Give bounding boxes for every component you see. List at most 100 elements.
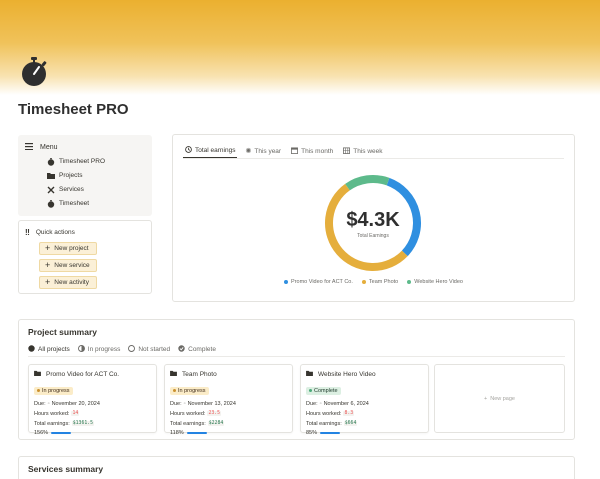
- plus-icon: +: [45, 277, 51, 287]
- check-circle-icon: [178, 344, 185, 354]
- tab-label: This week: [353, 147, 383, 155]
- page-title: Timesheet PRO: [18, 101, 129, 118]
- tab-label: In progress: [87, 345, 121, 353]
- new-activity-button[interactable]: + New activity: [39, 276, 97, 289]
- progress-line: 85%: [306, 430, 423, 436]
- new-project-button[interactable]: + New project: [39, 242, 97, 255]
- tools-icon: [46, 185, 55, 194]
- donut-slice[interactable]: [345, 175, 390, 191]
- status-badge: In progress: [34, 386, 73, 395]
- progress-bar: [186, 432, 207, 434]
- hours-value: 23.5: [207, 411, 222, 416]
- new-service-button[interactable]: + New service: [39, 259, 97, 272]
- services-summary-panel: Services summary: [18, 456, 575, 479]
- filled-circle-icon: [28, 344, 35, 354]
- project-card[interactable]: Team Photo In progress Due: ▫ November 13,…: [164, 364, 293, 436]
- quick-actions-header: ‼ Quick actions: [25, 227, 145, 238]
- menu-item-label: Projects: [59, 172, 83, 179]
- tab-label: Complete: [188, 345, 216, 353]
- due-value: November 13, 2024: [187, 400, 236, 407]
- due-label: Due:: [34, 400, 46, 407]
- tab-in-progress[interactable]: In progress: [77, 343, 121, 355]
- hours-value: 8.3: [343, 411, 355, 416]
- folder-icon: [170, 370, 177, 378]
- hours-line: Hours worked: 23.5: [170, 410, 287, 417]
- legend-item[interactable]: Promo Video for ACT Co.: [284, 279, 353, 285]
- stopwatch-icon[interactable]: [18, 56, 50, 88]
- tab-divider: [28, 356, 565, 357]
- due-value: November 6, 2024: [323, 400, 369, 407]
- legend-label: Promo Video for ACT Co.: [291, 279, 353, 285]
- hours-line: Hours worked: 8.3: [306, 410, 423, 417]
- due-line: Due: ▫ November 13, 2024: [170, 400, 287, 407]
- stopwatch-icon: [46, 199, 55, 208]
- project-summary-panel: Project summary All projects In progress…: [18, 319, 575, 440]
- tab-this-week[interactable]: This week: [341, 144, 384, 158]
- legend-label: Team Photo: [368, 279, 399, 285]
- tab-this-month[interactable]: This month: [289, 144, 335, 158]
- progress-line: 156%: [34, 430, 151, 436]
- menu-item-services[interactable]: Services: [46, 184, 145, 195]
- earnings-donut-chart: $4.3K Total Earnings: [325, 175, 421, 271]
- calendar-icon: ▫: [319, 400, 322, 407]
- calendar-icon: [291, 146, 299, 156]
- status-text: In progress: [42, 387, 70, 394]
- tab-this-year[interactable]: ✺ This year: [243, 144, 283, 158]
- calendar-icon: ▫: [183, 400, 186, 407]
- progress-line: 118%: [170, 430, 287, 436]
- progress-value: 156%: [34, 430, 49, 436]
- calendar-grid-icon: [343, 146, 351, 156]
- stopwatch-icon: [46, 157, 55, 166]
- new-page-button[interactable]: + New page: [434, 364, 565, 433]
- card-title-text: Website Hero Video: [318, 370, 376, 378]
- hamburger-icon: [25, 143, 33, 152]
- progress-bar: [320, 432, 341, 434]
- earnings-panel: Total earnings ✺ This year This month Th…: [172, 134, 575, 302]
- folder-icon: [46, 171, 55, 180]
- due-label: Due:: [170, 400, 182, 407]
- tab-label: All projects: [38, 345, 70, 353]
- earnings-label: Total earnings:: [170, 420, 206, 427]
- tab-label: Total earnings: [195, 147, 236, 154]
- card-title-text: Promo Video for ACT Co.: [46, 370, 120, 378]
- due-line: Due: ▫ November 20, 2024: [34, 400, 151, 407]
- menu-item-timesheet-pro[interactable]: Timesheet PRO: [46, 156, 145, 167]
- earnings-line: Total earnings: $664: [306, 420, 423, 427]
- due-label: Due:: [306, 400, 318, 407]
- plus-icon: +: [484, 395, 488, 402]
- legend-swatch: [407, 280, 412, 284]
- chart-legend: Promo Video for ACT Co. Team Photo Websi…: [173, 279, 574, 285]
- legend-item[interactable]: Website Hero Video: [407, 279, 463, 285]
- tab-label: Not started: [138, 345, 171, 353]
- plus-icon: +: [45, 243, 51, 253]
- tab-complete[interactable]: Complete: [178, 343, 216, 355]
- menu-item-timesheet[interactable]: Timesheet: [46, 198, 145, 209]
- legend-item[interactable]: Team Photo: [361, 279, 399, 285]
- earnings-label: Total earnings:: [34, 420, 70, 427]
- clock-icon: [185, 146, 192, 155]
- project-card[interactable]: Website Hero Video Complete Due: ▫ Novembe…: [300, 364, 429, 436]
- menu-panel: Menu Timesheet PRO Projects Services Tim…: [18, 135, 152, 216]
- legend-label: Website Hero Video: [414, 279, 463, 285]
- menu-item-projects[interactable]: Projects: [46, 170, 145, 181]
- tab-divider: [183, 158, 564, 159]
- button-label: New project: [54, 245, 89, 252]
- half-circle-icon: [77, 344, 85, 354]
- status-badge: Complete: [306, 386, 341, 395]
- legend-swatch: [284, 280, 289, 284]
- tab-label: This month: [301, 147, 334, 155]
- hours-label: Hours worked:: [306, 410, 342, 417]
- due-line: Due: ▫ November 6, 2024: [306, 400, 423, 407]
- card-title: Promo Video for ACT Co.: [34, 369, 151, 379]
- hours-line: Hours worked: 14: [34, 410, 151, 417]
- project-card[interactable]: Promo Video for ACT Co. In progress Due:…: [28, 364, 157, 436]
- calendar-icon: ▫: [47, 400, 50, 407]
- tab-total-earnings[interactable]: Total earnings: [183, 144, 238, 158]
- earnings-value: $1361.5: [71, 421, 94, 426]
- status-badge: In progress: [170, 386, 209, 395]
- folder-icon: [306, 370, 313, 378]
- tab-not-started[interactable]: Not started: [128, 343, 170, 355]
- card-title: Website Hero Video: [306, 369, 423, 379]
- tab-all-projects[interactable]: All projects: [28, 343, 70, 355]
- earnings-value: $2284: [207, 421, 225, 426]
